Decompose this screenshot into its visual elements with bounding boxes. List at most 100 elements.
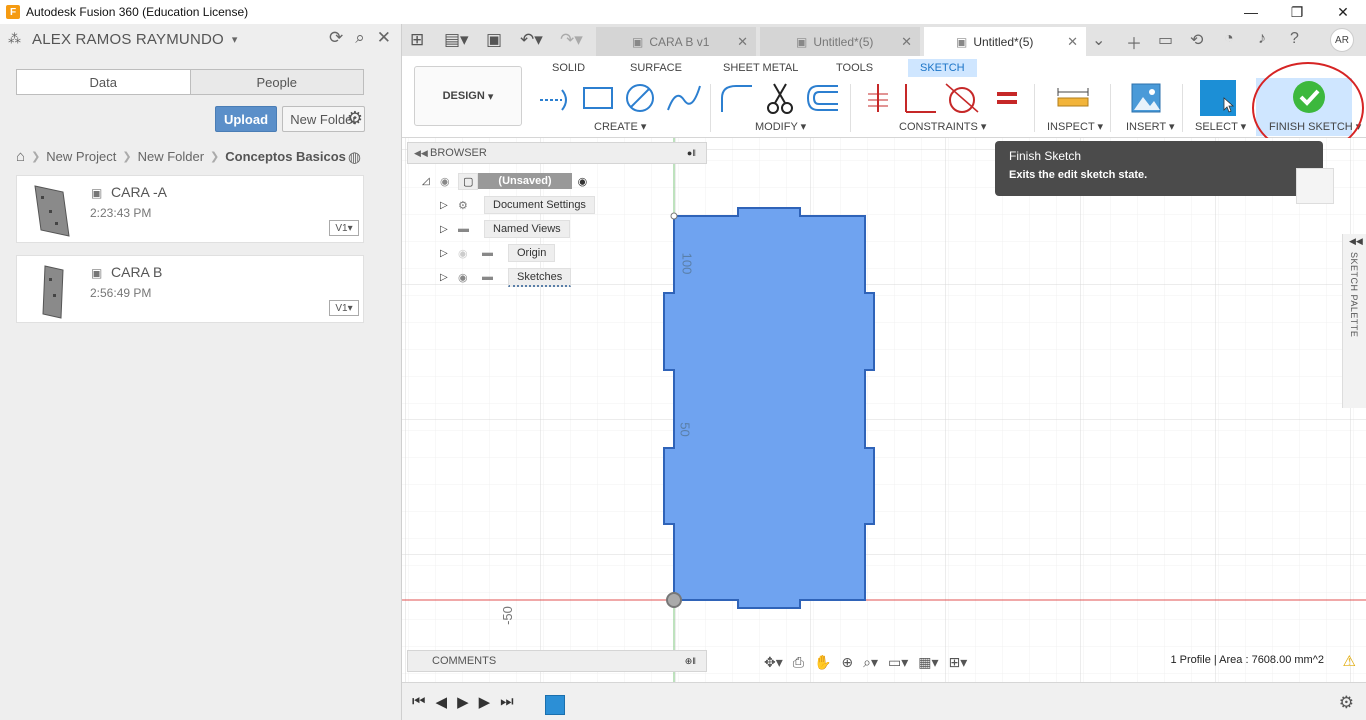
breadcrumb-item[interactable]: New Folder bbox=[138, 149, 204, 164]
tab-sheet-metal[interactable]: SHEET METAL bbox=[723, 59, 798, 77]
minimize-icon[interactable]: ●‖ bbox=[687, 148, 696, 158]
create-menu[interactable]: CREATE ▾ bbox=[594, 120, 646, 133]
step-back-icon[interactable]: ◀ bbox=[436, 693, 448, 711]
fillet-tool-icon[interactable] bbox=[718, 82, 754, 114]
browser-item[interactable]: ▷ ▬ Named Views bbox=[440, 219, 570, 239]
job-status-icon[interactable]: ◔ bbox=[1224, 30, 1234, 48]
tab-surface[interactable]: SURFACE bbox=[630, 59, 682, 77]
tab-sketch[interactable]: SKETCH bbox=[908, 59, 977, 77]
constraints-menu[interactable]: CONSTRAINTS ▾ bbox=[899, 120, 986, 133]
inspect-menu[interactable]: INSPECT ▾ bbox=[1047, 120, 1103, 133]
breadcrumb-item[interactable]: New Project bbox=[46, 149, 116, 164]
zoom-icon[interactable]: ⊕ bbox=[841, 654, 853, 671]
search-icon[interactable]: ⌕ bbox=[355, 28, 365, 48]
tab-people[interactable]: People bbox=[189, 70, 363, 94]
expand-triangle-icon[interactable]: ▷ bbox=[440, 224, 458, 235]
minimize-button[interactable]: — bbox=[1228, 0, 1274, 24]
browser-item[interactable]: ▷ ⚙ Document Settings bbox=[440, 195, 595, 215]
close-tab-icon[interactable]: ✕ bbox=[737, 34, 748, 50]
save-icon[interactable]: ▣ bbox=[486, 30, 502, 50]
warning-icon[interactable]: ⚠ bbox=[1343, 652, 1356, 670]
help-icon[interactable]: ? bbox=[1290, 30, 1299, 48]
close-button[interactable]: ✕ bbox=[1320, 0, 1366, 24]
file-card[interactable]: ▣ CARA B 2:56:49 PM V1 ▾ bbox=[16, 255, 364, 323]
go-to-start-icon[interactable]: ⏮ bbox=[412, 693, 426, 711]
user-name[interactable]: ALEX RAMOS RAYMUNDO bbox=[32, 31, 224, 48]
globe-icon[interactable]: ◍ bbox=[348, 148, 361, 166]
close-panel-icon[interactable]: ✕ bbox=[377, 28, 391, 48]
chevron-down-icon[interactable]: ▾ bbox=[232, 33, 238, 46]
browser-panel-header[interactable]: ◀◀ BROWSER ●‖ bbox=[407, 142, 707, 164]
view-cube[interactable] bbox=[1296, 168, 1334, 204]
measure-ruler-icon[interactable] bbox=[1056, 82, 1090, 114]
workspace-switcher[interactable]: DESIGN ▾ bbox=[414, 66, 522, 126]
eye-hidden-icon[interactable]: ◉ bbox=[458, 247, 482, 260]
go-to-end-icon[interactable]: ⏭ bbox=[500, 693, 514, 711]
select-tool-icon[interactable] bbox=[1198, 78, 1238, 116]
eye-icon[interactable]: ◉ bbox=[458, 271, 482, 284]
tab-tools[interactable]: TOOLS bbox=[836, 59, 873, 77]
eye-icon[interactable]: ◉ bbox=[440, 175, 458, 188]
comments-panel-header[interactable]: COMMENTS ⊕‖ bbox=[407, 650, 707, 672]
rectangle-tool-icon[interactable] bbox=[580, 82, 616, 114]
tangent-constraint-icon[interactable] bbox=[944, 82, 980, 114]
design-canvas[interactable]: 100 50 -50 ◀◀ BROWSER ●‖ ◿ ◉ ▢ (Unsaved)… bbox=[402, 138, 1366, 682]
gear-icon[interactable]: ⚙ bbox=[1339, 693, 1354, 713]
circle-tool-icon[interactable] bbox=[622, 82, 658, 114]
trim-scissors-icon[interactable] bbox=[764, 82, 796, 116]
home-icon[interactable]: ⌂ bbox=[16, 148, 25, 165]
browser-root[interactable]: ◿ ◉ ▢ (Unsaved) ◉ bbox=[422, 171, 587, 191]
orbit-icon[interactable]: ✥▾ bbox=[764, 654, 783, 671]
look-at-icon[interactable]: ⎙ bbox=[793, 654, 804, 671]
expand-triangle-icon[interactable]: ▷ bbox=[440, 200, 458, 211]
tab-solid[interactable]: SOLID bbox=[552, 59, 585, 77]
expand-triangle-icon[interactable]: ▷ bbox=[440, 272, 458, 283]
tab-data[interactable]: Data bbox=[17, 70, 190, 94]
step-forward-icon[interactable]: ▶ bbox=[479, 693, 491, 711]
undo-icon[interactable]: ↶▾ bbox=[520, 30, 543, 50]
modify-menu[interactable]: MODIFY ▾ bbox=[755, 120, 806, 133]
coincident-constraint-icon[interactable] bbox=[864, 82, 890, 114]
bell-icon[interactable]: ♪ bbox=[1258, 30, 1266, 48]
file-menu-icon[interactable]: ▤▾ bbox=[444, 30, 469, 50]
browser-item[interactable]: ▷ ◉ ▬ Sketches bbox=[440, 267, 572, 287]
tab-document[interactable]: ▣ CARA B v1 ✕ bbox=[596, 27, 756, 56]
timeline-sketch-feature[interactable] bbox=[545, 695, 565, 715]
sketch-palette-tab[interactable]: ◀◀ SKETCH PALETTE bbox=[1342, 234, 1366, 408]
expand-triangle-icon[interactable]: ▷ bbox=[440, 248, 458, 259]
new-tab-icon[interactable]: ＋ bbox=[1126, 30, 1142, 54]
collapse-icon[interactable]: ◀◀ bbox=[414, 148, 428, 159]
add-comment-icon[interactable]: ⊕‖ bbox=[685, 656, 696, 667]
close-tab-icon[interactable]: ✕ bbox=[1067, 34, 1078, 50]
pan-hand-icon[interactable]: ✋ bbox=[814, 654, 831, 671]
upload-button[interactable]: Upload bbox=[215, 106, 277, 132]
display-settings-icon[interactable]: ▭▾ bbox=[888, 654, 908, 671]
browser-item[interactable]: ▷ ◉ ▬ Origin bbox=[440, 243, 556, 263]
gear-icon[interactable]: ⚙ bbox=[347, 108, 363, 129]
insert-image-icon[interactable] bbox=[1130, 82, 1162, 114]
collapse-triangle-icon[interactable]: ◿ bbox=[422, 176, 440, 187]
perpendicular-constraint-icon[interactable] bbox=[902, 82, 938, 114]
tab-document-active[interactable]: ▣ Untitled*(5) ✕ bbox=[924, 27, 1086, 56]
insert-menu[interactable]: INSERT ▾ bbox=[1126, 120, 1175, 133]
play-icon[interactable]: ▶ bbox=[457, 693, 469, 711]
activate-radio-icon[interactable]: ◉ bbox=[578, 175, 588, 188]
offset-tool-icon[interactable] bbox=[804, 82, 840, 114]
spline-tool-icon[interactable] bbox=[666, 82, 702, 114]
close-tab-icon[interactable]: ✕ bbox=[901, 34, 912, 50]
line-tool-icon[interactable] bbox=[536, 82, 572, 114]
version-dropdown[interactable]: V1 ▾ bbox=[329, 220, 359, 236]
grid-menu-icon[interactable]: ⊞ bbox=[410, 30, 424, 50]
grid-settings-icon[interactable]: ▦▾ bbox=[918, 654, 938, 671]
sync-icon[interactable]: ⟲ bbox=[1190, 30, 1203, 50]
fit-icon[interactable]: ⌕▾ bbox=[863, 654, 878, 671]
refresh-icon[interactable]: ⟳ bbox=[329, 28, 343, 48]
tab-document[interactable]: ▣ Untitled*(5) ✕ bbox=[760, 27, 920, 56]
collapse-icon[interactable]: ◀◀ bbox=[1349, 236, 1363, 247]
version-dropdown[interactable]: V1 ▾ bbox=[329, 300, 359, 316]
select-menu[interactable]: SELECT ▾ bbox=[1195, 120, 1246, 133]
chat-icon[interactable]: ▭ bbox=[1158, 30, 1173, 50]
restore-button[interactable]: ❐ bbox=[1274, 0, 1320, 24]
tabs-overflow-icon[interactable]: ⌄ bbox=[1092, 30, 1105, 50]
file-card[interactable]: ▣ CARA -A 2:23:43 PM V1 ▾ bbox=[16, 175, 364, 243]
